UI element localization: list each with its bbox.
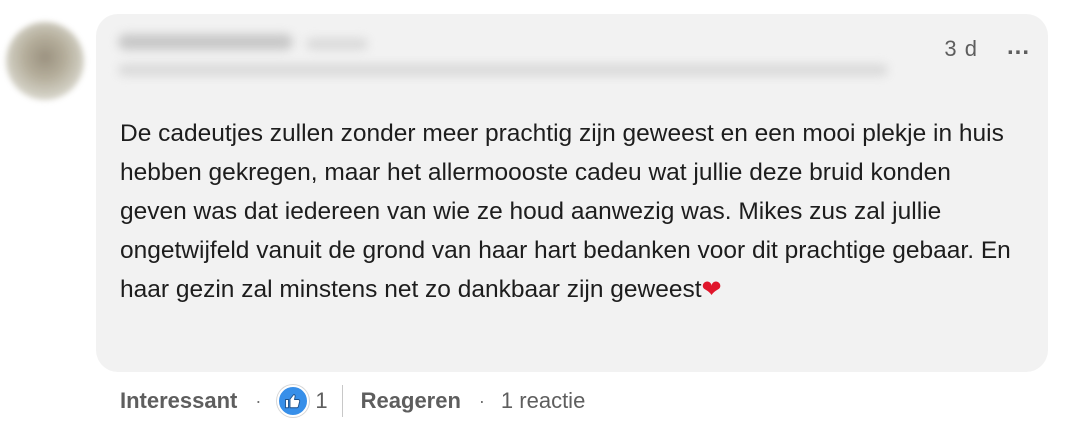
reaction-count[interactable]: 1: [315, 388, 327, 414]
comment-timestamp: 3 d: [944, 36, 978, 61]
separator-dot: ·: [478, 390, 485, 411]
comment-item: 3 d ... De cadeutjes zullen zonder meer …: [0, 0, 1066, 432]
like-thumb-icon[interactable]: [277, 385, 310, 417]
more-options-button[interactable]: ...: [1007, 35, 1030, 59]
comment-actions-bar: Interessant · 1 Reageren · 1 reactie: [120, 384, 585, 418]
thumb-up-glyph: [285, 394, 301, 409]
reply-button[interactable]: Reageren: [361, 388, 461, 414]
author-info: [118, 34, 888, 76]
react-button[interactable]: Interessant: [120, 388, 237, 414]
author-name-redacted[interactable]: [118, 34, 293, 50]
comment-body: De cadeutjes zullen zonder meer prachtig…: [120, 120, 1011, 303]
comment-bubble: 3 d ... De cadeutjes zullen zonder meer …: [96, 14, 1048, 372]
comment-text: De cadeutjes zullen zonder meer prachtig…: [120, 114, 1020, 309]
author-connection-redacted: [306, 38, 368, 50]
reply-count-link[interactable]: 1 reactie: [501, 388, 585, 414]
action-divider: [341, 385, 343, 417]
author-headline-redacted: [118, 64, 888, 76]
separator-dot: ·: [255, 390, 262, 411]
author-avatar[interactable]: [6, 22, 84, 100]
heart-emoji-icon: ❤: [701, 276, 722, 303]
